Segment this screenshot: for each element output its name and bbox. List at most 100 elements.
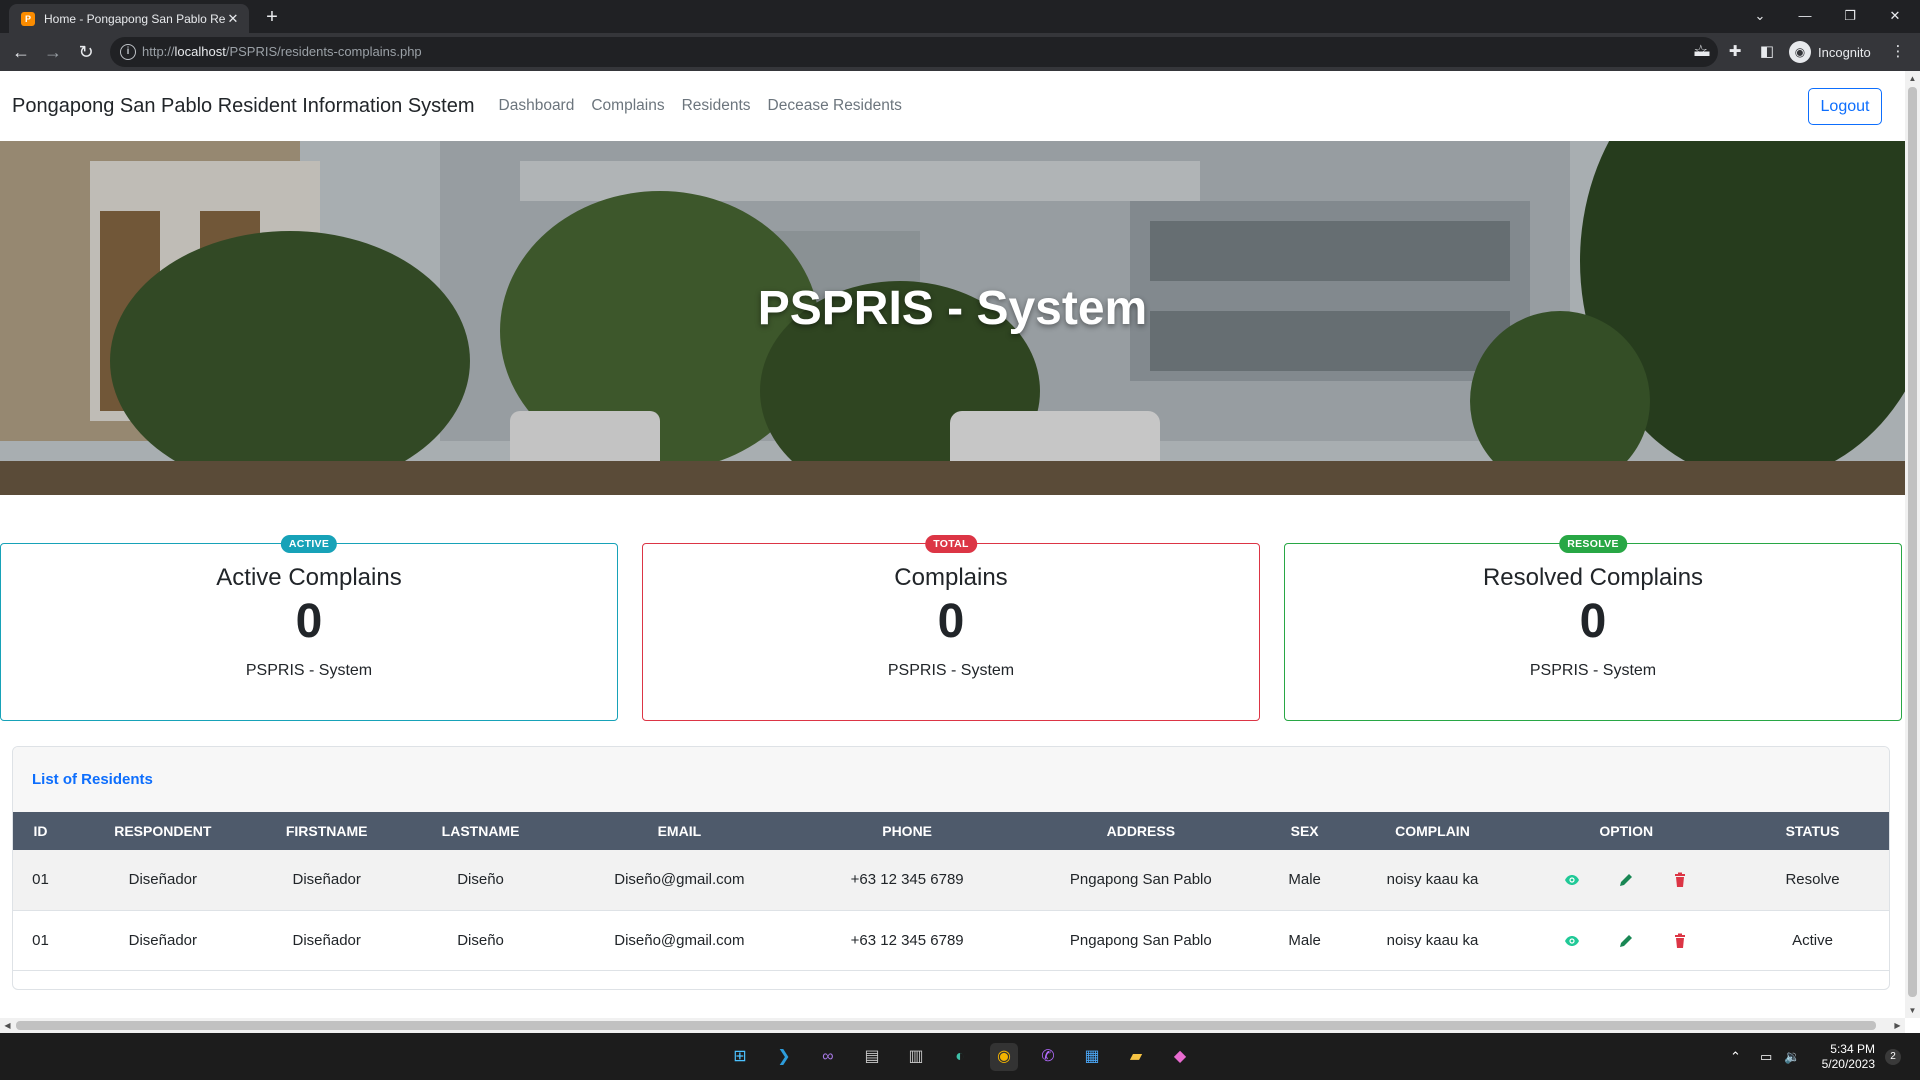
back-icon[interactable]: ← [9,40,33,64]
network-icon[interactable]: ▭ [1760,1049,1772,1065]
cell-complain: noisy kaau ka [1386,931,1479,949]
column-header-status[interactable]: STATUS [1736,812,1889,850]
cell-firstname: Diseñador [292,871,361,889]
forward-icon[interactable]: → [41,40,65,64]
extension-dark-icon[interactable]: ▬ [1692,42,1712,62]
column-header-firstname[interactable]: FIRSTNAME [258,812,396,850]
scroll-down-icon[interactable]: ▼ [1905,1003,1920,1018]
residents-table: ID RESPONDENT FIRSTNAME LASTNAME EMAIL P… [13,812,1889,971]
close-window-icon[interactable]: ✕ [1875,4,1915,28]
browser-tabstrip: P Home - Pongapong San Pablo Re ✕ + ⌄ — … [0,0,1920,33]
messenger-icon[interactable]: ✆ [1034,1043,1062,1071]
column-header-complain[interactable]: COMPLAIN [1349,812,1517,850]
app-icon[interactable]: ◆ [1166,1043,1194,1071]
nav-link-decease-residents[interactable]: Decease Residents [768,97,902,115]
cell-phone: +63 12 345 6789 [850,871,964,889]
pencil-icon[interactable] [1618,933,1634,949]
trash-icon[interactable] [1672,933,1688,949]
vertical-scroll-thumb[interactable] [1908,87,1917,997]
new-tab-button[interactable]: + [261,7,283,29]
cell-lastname: Diseño [457,931,504,949]
cell-respondent: Diseñador [128,931,198,949]
close-tab-icon[interactable]: ✕ [225,11,241,27]
column-header-phone[interactable]: PHONE [793,812,1021,850]
scroll-left-icon[interactable]: ◀ [0,1018,15,1033]
address-bar[interactable]: i http://localhost/PSPRIS/residents-comp… [110,37,1718,67]
table-row: 01 Diseñador Diseñador Diseño Diseño@gma… [13,910,1889,970]
system-clock[interactable]: 5:34 PM 5/20/2023 [1815,1042,1875,1072]
column-header-email[interactable]: EMAIL [565,812,793,850]
restore-icon[interactable]: ❐ [1830,4,1870,28]
volume-icon[interactable]: 🔉 [1784,1049,1800,1065]
card-title: Resolved Complains [1482,564,1704,591]
site-navbar: Pongapong San Pablo Resident Information… [0,71,1905,141]
resolve-badge: RESOLVE [1559,535,1627,553]
notification-badge[interactable]: 2 [1885,1049,1901,1065]
notepad-icon[interactable]: ▦ [1078,1043,1106,1071]
windows-start-icon[interactable]: ⊞ [726,1043,754,1071]
card-count: 0 [937,595,965,648]
minimize-icon[interactable]: — [1785,4,1825,28]
column-header-lastname[interactable]: LASTNAME [396,812,566,850]
incognito-icon: ◉ [1789,41,1811,63]
column-header-sex[interactable]: SEX [1261,812,1349,850]
incognito-indicator[interactable]: ◉ Incognito [1789,38,1871,66]
total-badge: TOTAL [925,535,977,553]
url-text[interactable]: http://localhost/PSPRIS/residents-compla… [142,44,422,59]
active-complains-card: ACTIVE Active Complains 0 PSPRIS - Syste… [0,535,618,721]
card-subtitle: PSPRIS - System [887,662,1015,679]
vscode-icon[interactable]: ❯ [770,1043,798,1071]
logout-button[interactable]: Logout [1808,88,1882,125]
reload-icon[interactable]: ↻ [74,40,98,64]
cell-phone: +63 12 345 6789 [850,931,964,949]
nav-link-residents[interactable]: Residents [682,97,751,115]
nav-link-complains[interactable]: Complains [591,97,664,115]
cell-sex: Male [1288,931,1321,949]
column-header-id[interactable]: ID [13,812,68,850]
cell-respondent: Diseñador [128,871,198,889]
cell-id: 01 [32,931,49,949]
tab-search-icon[interactable]: ⌄ [1740,4,1780,28]
side-panel-icon[interactable]: ◧ [1757,42,1777,62]
horizontal-scroll-thumb[interactable] [16,1021,1876,1030]
eye-icon[interactable] [1564,872,1580,888]
table-header-row: ID RESPONDENT FIRSTNAME LASTNAME EMAIL P… [13,812,1889,850]
hero-title: PSPRIS - System [757,282,1148,335]
cell-complain: noisy kaau ka [1386,871,1479,889]
chrome-icon[interactable]: ◉ [990,1043,1018,1071]
column-header-respondent[interactable]: RESPONDENT [68,812,258,850]
site-brand[interactable]: Pongapong San Pablo Resident Information… [12,95,475,118]
incognito-label: Incognito [1818,44,1871,60]
eye-icon[interactable] [1564,933,1580,949]
cell-options [1516,850,1736,910]
cell-sex: Male [1288,871,1321,889]
total-complains-card: TOTAL Complains 0 PSPRIS - System [642,535,1260,721]
card-title: Complains [894,564,1008,591]
vertical-scrollbar[interactable]: ▲ ▼ [1905,71,1920,1018]
database-icon[interactable]: ▤ [858,1043,886,1071]
browser-toolbar: ← → ↻ i http://localhost/PSPRIS/resident… [0,33,1920,71]
column-header-address[interactable]: ADDRESS [1021,812,1261,850]
nav-link-dashboard[interactable]: Dashboard [499,97,575,115]
trash-icon[interactable] [1672,872,1688,888]
table-heading: List of Residents [32,771,153,788]
cell-email: Diseño@gmail.com [614,871,745,889]
column-header-option: OPTION [1599,823,1654,839]
pencil-icon[interactable] [1618,872,1634,888]
database-tool-icon[interactable]: ▥ [902,1043,930,1071]
visual-studio-icon[interactable]: ∞ [814,1043,842,1071]
hero-banner: PSPRIS - System [0,141,1905,495]
cell-lastname: Diseño [457,871,504,889]
browser-menu-icon[interactable]: ⋮ [1888,42,1908,62]
horizontal-scrollbar[interactable]: ◀ ▶ [0,1018,1905,1033]
site-info-icon[interactable]: i [120,44,136,60]
scroll-up-icon[interactable]: ▲ [1905,71,1920,86]
tray-chevron-icon[interactable]: ⌃ [1730,1049,1741,1065]
browser-tab[interactable]: P Home - Pongapong San Pablo Re ✕ [9,4,249,33]
scroll-right-icon[interactable]: ▶ [1890,1018,1905,1033]
file-explorer-icon[interactable]: ▰ [1122,1043,1150,1071]
cell-address: Pngapong San Pablo [1069,931,1212,949]
edge-icon[interactable]: ◐ [946,1043,974,1071]
table-card-header: List of Residents [13,747,1889,812]
extensions-puzzle-icon[interactable]: ✚ [1725,42,1745,62]
